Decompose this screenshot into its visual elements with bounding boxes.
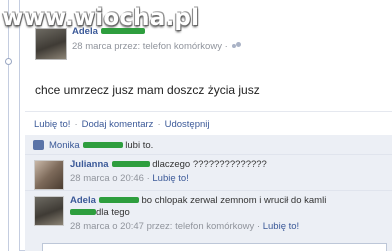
comment-author[interactable]: Adela (70, 195, 96, 206)
post-actions: Lubię to! · Dodaj komentarz · Udostępnij (25, 111, 392, 135)
comment-input[interactable] (42, 243, 387, 251)
censored-surname (111, 161, 150, 168)
commenter-avatar[interactable] (34, 196, 64, 226)
thumbs-up-icon (33, 140, 44, 150)
comment-like-link[interactable]: Lubię to! (263, 221, 299, 232)
censored-surname (98, 197, 139, 204)
comment-author[interactable]: Julianna (70, 159, 109, 170)
timeline-line (8, 0, 9, 251)
censored-name (70, 209, 96, 216)
likes-row: Monika lubi to. (25, 135, 392, 155)
watermark-logo: www.wiocha.pl (2, 5, 200, 31)
comment-text-continued: dla tego (96, 207, 130, 218)
author-avatar[interactable] (35, 28, 67, 60)
comment-like-link[interactable]: Lubię to! (152, 173, 188, 184)
status-text: chce umrzecz jusz mam doszcz życia jusz (35, 83, 260, 97)
censored-surname (82, 142, 123, 149)
comment: Julianna dlaczego ?????????????? 28 marc… (25, 155, 392, 191)
comment-body: Julianna dlaczego ?????????????? 28 marc… (70, 159, 385, 185)
friends-icon[interactable] (231, 42, 241, 50)
comment-text: bo chlopak zerwal zemnom i wrucił do kam… (141, 195, 327, 206)
commenter-avatar[interactable] (34, 160, 64, 190)
separator: · (157, 119, 161, 130)
post-meta-text: 28 marca przez: telefon komórkowy · (72, 41, 228, 52)
liker-name[interactable]: Monika (49, 140, 80, 151)
feedback-area: Monika lubi to. Julianna dlaczego ??????… (25, 135, 392, 251)
likes-suffix: lubi to. (125, 140, 154, 151)
comment: Adela bo chlopak zerwal zemnom i wrucił … (25, 191, 392, 239)
post-meta: 28 marca przez: telefon komórkowy · (72, 41, 241, 52)
comment-meta: 28 marca o 20:46 · Lubię to! (70, 173, 385, 185)
add-comment-link[interactable]: Dodaj komentarz (82, 119, 154, 130)
comment-meta: 28 marca o 20:47 przez: telefon komórkow… (70, 221, 385, 233)
comment-text: dlaczego ?????????????? (152, 159, 267, 170)
comment-time[interactable]: 28 marca o 20:46 · (70, 173, 150, 184)
comment-body: Adela bo chlopak zerwal zemnom i wrucił … (70, 195, 385, 233)
separator: · (74, 119, 78, 130)
comment-time[interactable]: 28 marca o 20:47 przez: telefon komórkow… (70, 221, 260, 232)
timeline-dot (5, 58, 12, 65)
share-link[interactable]: Udostępnij (165, 119, 210, 130)
like-link[interactable]: Lubię to! (34, 119, 70, 130)
